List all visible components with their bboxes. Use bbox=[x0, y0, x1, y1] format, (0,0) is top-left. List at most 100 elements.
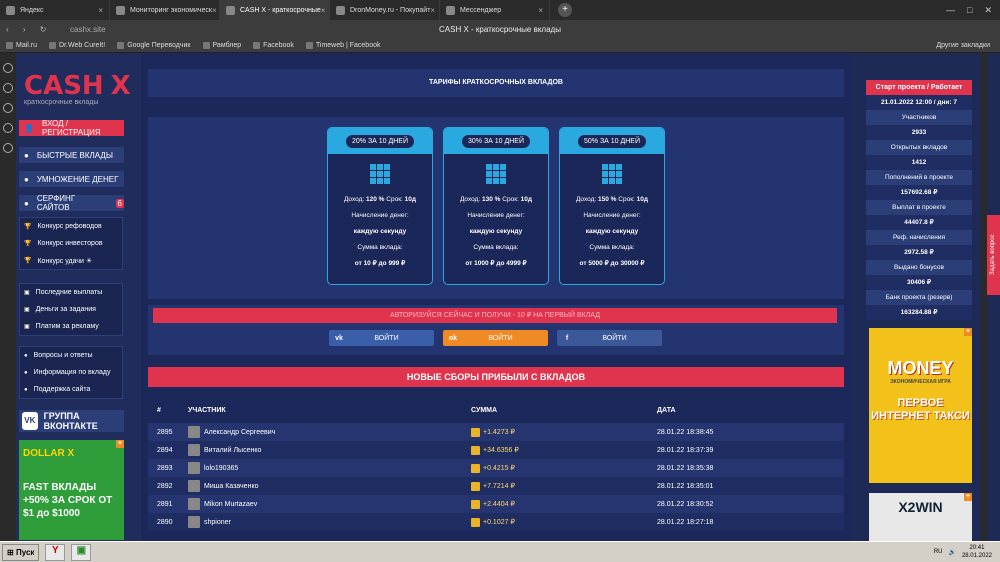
table-row[interactable]: 2892 Миша Казаченко +7.7214 ₽ 28.01.22 18:3… bbox=[148, 477, 844, 495]
clock[interactable]: 20:41 28.01.2022 bbox=[962, 544, 992, 560]
new-tab-button[interactable]: + bbox=[558, 3, 572, 17]
bookmark-label: Dr.Web CureIt! bbox=[59, 41, 106, 49]
browser-tab[interactable]: Мессенджер × bbox=[440, 0, 550, 20]
sidebar-menu-item[interactable]: ● БЫСТРЫЕ ВКЛАДЫ bbox=[19, 147, 124, 163]
ask-question-tab[interactable]: Задать вопрос bbox=[987, 215, 1000, 295]
stats-header: Старт проекта / Работает bbox=[866, 80, 972, 95]
amount-value: +7.7214 ₽ bbox=[483, 483, 515, 490]
browser-tab[interactable]: DronMoney.ru - Покупайт × bbox=[330, 0, 440, 20]
bookmark-icon bbox=[305, 41, 313, 49]
sidebar-link[interactable]: ● Поддержка сайта bbox=[20, 381, 122, 398]
amount-value: +0.1027 ₽ bbox=[483, 519, 515, 526]
sidebar-link[interactable]: ▣ Деньги за задания bbox=[20, 301, 122, 318]
start-button[interactable]: ⊞ Пуск bbox=[2, 543, 40, 561]
register-banner[interactable]: АВТОРИЗУЙСЯ СЕЙЧАС И ПОЛУЧИ - 10 ₽ НА ПЕ… bbox=[153, 308, 837, 323]
row-id: 2894 bbox=[157, 446, 173, 454]
social-label: ВОЙТИ bbox=[602, 334, 627, 342]
sidebar-menu-item[interactable]: ● СЕРФИНГ САЙТОВ 6 bbox=[19, 194, 124, 212]
other-bookmarks[interactable]: Другие закладки bbox=[936, 42, 1000, 49]
user-icon: 👤 bbox=[24, 123, 34, 133]
sidebar-link[interactable]: 🏆 Конкурс рефоводов bbox=[20, 218, 122, 235]
sidebar-link[interactable]: ▣ Последние выплаты bbox=[20, 284, 122, 301]
language-indicator[interactable]: RU bbox=[934, 549, 943, 555]
browser-tab[interactable]: CASH X - краткосрочные × bbox=[220, 0, 330, 20]
menu-label: БЫСТРЫЕ ВКЛАДЫ bbox=[36, 150, 113, 160]
plan-card[interactable]: 30% ЗА 10 ДНЕЙ Доход: 130 % Срок: 10д Начи… bbox=[443, 127, 549, 285]
close-icon[interactable]: × bbox=[98, 6, 103, 15]
income-label: Доход: bbox=[343, 196, 365, 203]
tab-label: Мессенджер bbox=[460, 6, 502, 14]
sidebar-menu-item[interactable]: ● УМНОЖЕНИЕ ДЕНЕГ bbox=[19, 171, 124, 187]
app-taskbar-icon[interactable]: ▣ bbox=[71, 543, 92, 561]
link-label: Информация по вкладу bbox=[33, 369, 111, 376]
browser-tab[interactable]: Яндекс × bbox=[0, 0, 110, 20]
vk-group-button[interactable]: VK ГРУППА ВКОНТАКТЕ bbox=[19, 410, 124, 432]
page-title: CASH X - краткосрочные вклады bbox=[439, 24, 561, 34]
close-icon[interactable]: × bbox=[212, 6, 217, 15]
stat-value: 163284.88 ₽ bbox=[866, 305, 972, 320]
table-row[interactable]: 2890 shpioner +0.1027 ₽ 28.01.22 18:27:18 bbox=[148, 513, 844, 531]
bookmark-label: Facebook bbox=[263, 41, 294, 49]
money-taxi-ad[interactable]: + MONEY ЭКОНОМИЧЕСКАЯ ИГРА ПЕРВОЕ ИНТЕРН… bbox=[869, 328, 972, 483]
menu-icon: ● bbox=[24, 150, 29, 160]
plan-icon bbox=[486, 164, 506, 184]
link-label: Конкурс рефоводов bbox=[37, 223, 102, 230]
sidebar-link[interactable]: ▣ Платим за рекламу bbox=[20, 318, 122, 335]
yandex-taskbar-icon[interactable]: Y bbox=[45, 543, 66, 561]
accrual-value: каждую секунду bbox=[328, 224, 432, 240]
bookmark-item[interactable]: Рамблер bbox=[202, 41, 241, 49]
table-row[interactable]: 2893 lolo190365 +0.4215 ₽ 28.01.22 18:35:38 bbox=[148, 459, 844, 477]
table-row[interactable]: 2895 Александр Сергеевич +1.4273 ₽ 28.01.22… bbox=[148, 423, 844, 441]
stat-label: Банк проекта (резерв) bbox=[866, 290, 972, 305]
logo[interactable]: CASH X краткосрочные вклады bbox=[24, 71, 134, 111]
stat-value: 30406 ₽ bbox=[866, 275, 972, 290]
bookmark-item[interactable]: Facebook bbox=[253, 41, 294, 49]
sidebar-link[interactable]: 🏆 Конкурс удачи ☀ bbox=[20, 252, 122, 269]
close-icon[interactable]: × bbox=[321, 6, 326, 15]
close-icon[interactable]: × bbox=[430, 6, 435, 15]
trophy-icon: 🏆 bbox=[24, 224, 32, 230]
sum-text: от 5000 ₽ до 30000 ₽ bbox=[579, 260, 645, 267]
tab-label: Яндекс bbox=[20, 6, 44, 14]
table-row[interactable]: 2891 Mikon Murtazaev +2.4404 ₽ 28.01.22 18:… bbox=[148, 495, 844, 513]
plan-income: Доход: 120 % Срок: 10д bbox=[328, 192, 432, 208]
bookmark-item[interactable]: Mail.ru bbox=[6, 41, 37, 49]
dollarx-ad[interactable]: + DOLLAR X FAST ВКЛАДЫ +50% ЗА СРОК ОТ $… bbox=[19, 440, 124, 540]
sidebar-link[interactable]: ● Вопросы и ответы bbox=[20, 347, 122, 364]
sidebar-link[interactable]: 🏆 Конкурс инвесторов bbox=[20, 235, 122, 252]
user-name: lolo190365 bbox=[204, 464, 239, 472]
coin-icon bbox=[471, 463, 480, 473]
term-value: 10д bbox=[404, 196, 417, 203]
social-login-button[interactable]: vk ВОЙТИ bbox=[329, 330, 434, 346]
menu-icon: ● bbox=[24, 174, 29, 184]
sum-value: от 10 ₽ до 999 ₽ bbox=[328, 256, 432, 272]
plan-card[interactable]: 20% ЗА 10 ДНЕЙ Доход: 120 % Срок: 10д Начи… bbox=[327, 127, 433, 285]
stat-label: Пополнений в проекте bbox=[866, 170, 972, 185]
menu-icon: ● bbox=[24, 198, 29, 208]
bookmark-icon bbox=[49, 41, 57, 49]
user-name: Виталий Лысенко bbox=[204, 446, 262, 454]
avatar bbox=[188, 480, 200, 492]
x2win-ad[interactable]: + X2WIN bbox=[869, 493, 972, 541]
browser-tab[interactable]: Мониторинг экономическ × bbox=[110, 0, 220, 20]
stats-start: 21.01.2022 12:00 / дни: 7 bbox=[866, 95, 972, 110]
stat-label: Открытых вкладов bbox=[866, 140, 972, 155]
row-amount: +7.7214 ₽ bbox=[471, 481, 657, 491]
social-login-button[interactable]: ok ВОЙТИ bbox=[443, 330, 548, 346]
avatar bbox=[188, 498, 200, 510]
login-button[interactable]: 👤 ВХОД / РЕГИСТРАЦИЯ bbox=[19, 119, 124, 137]
social-login-button[interactable]: f ВОЙТИ bbox=[557, 330, 662, 346]
menu-label: УМНОЖЕНИЕ ДЕНЕГ bbox=[36, 174, 119, 184]
sidebar-link[interactable]: ● Информация по вкладу bbox=[20, 364, 122, 381]
speaker-icon[interactable]: 🔊 bbox=[948, 549, 955, 556]
close-icon[interactable]: × bbox=[538, 6, 543, 15]
bookmark-item[interactable]: Dr.Web CureIt! bbox=[49, 41, 106, 49]
plan-badge: 50% ЗА 10 ДНЕЙ bbox=[577, 134, 647, 148]
bookmark-item[interactable]: Google Переводчик bbox=[117, 41, 191, 49]
window-controls[interactable]: — □ ✕ bbox=[946, 5, 1000, 16]
table-row[interactable]: 2894 Виталий Лысенко +34.6356 ₽ 28.01.22 18… bbox=[148, 441, 844, 459]
coin-icon bbox=[471, 427, 480, 437]
plan-card[interactable]: 50% ЗА 10 ДНЕЙ Доход: 150 % Срок: 10д Начи… bbox=[559, 127, 665, 285]
bookmark-item[interactable]: Timeweb | Facebook bbox=[305, 41, 380, 49]
vk-icon: VK bbox=[22, 412, 38, 430]
